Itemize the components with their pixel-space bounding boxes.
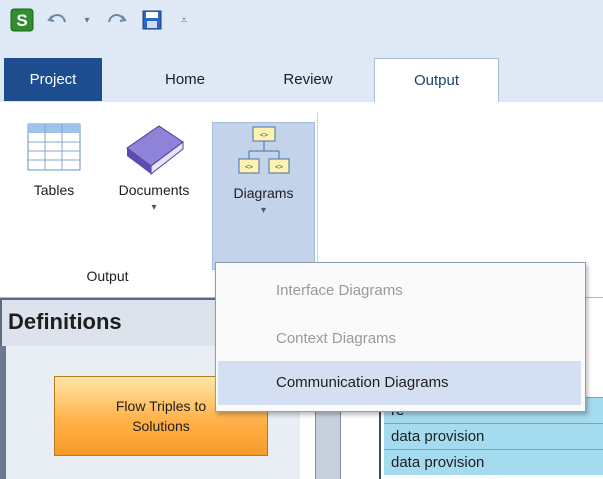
menu-item-communication-diagrams[interactable]: Communication Diagrams [218,361,581,405]
app-logo-icon[interactable]: S [10,8,34,32]
menu-item-interface-diagrams[interactable]: Interface Diagrams [218,269,581,313]
book-icon [126,125,184,176]
tables-label: Tables [33,182,75,198]
ribbon-group-label: Output [86,268,129,284]
documents-dropdown-icon[interactable]: ▾ [151,202,156,213]
undo-icon[interactable] [46,8,70,32]
svg-text:<>: <> [244,163,252,171]
customize-toolbar-icon[interactable]: ⩡ [176,8,192,32]
grid-cell[interactable]: data provision [384,423,603,449]
tab-output[interactable]: Output [374,58,499,104]
pane-edge [0,346,6,479]
svg-text:<>: <> [259,131,267,139]
diagrams-label: Diagrams [233,185,294,201]
tab-review[interactable]: Review [263,58,353,101]
diagrams-dropdown-menu: Interface Diagrams Context Diagrams Comm… [215,262,586,412]
tab-project[interactable]: Project [4,58,102,101]
tab-home[interactable]: Home [145,58,225,101]
diagram-icon: <> <> <> [238,126,289,174]
quick-access-toolbar: S ▾ ⩡ [0,0,603,40]
documents-label: Documents [118,182,190,198]
ribbon-tab-row: Project Home Review Output [0,40,603,104]
documents-button[interactable]: Documents ▾ [98,118,210,268]
undo-dropdown-icon[interactable]: ▾ [80,8,94,32]
flow-triples-label: Flow Triples to Solutions [115,398,207,434]
svg-text:S: S [16,11,27,30]
svg-text:<>: <> [274,163,282,171]
grid-cell[interactable]: data provision [384,449,603,475]
redo-icon[interactable] [104,8,128,32]
save-icon[interactable] [140,8,164,32]
menu-item-context-diagrams[interactable]: Context Diagrams [218,317,581,361]
diagrams-button[interactable]: <> <> <> Diagrams ▾ [212,122,315,270]
definitions-title: Definitions [8,309,122,334]
diagrams-dropdown-icon[interactable]: ▾ [261,205,266,216]
tables-button[interactable]: Tables [18,118,90,268]
table-icon [27,123,81,171]
